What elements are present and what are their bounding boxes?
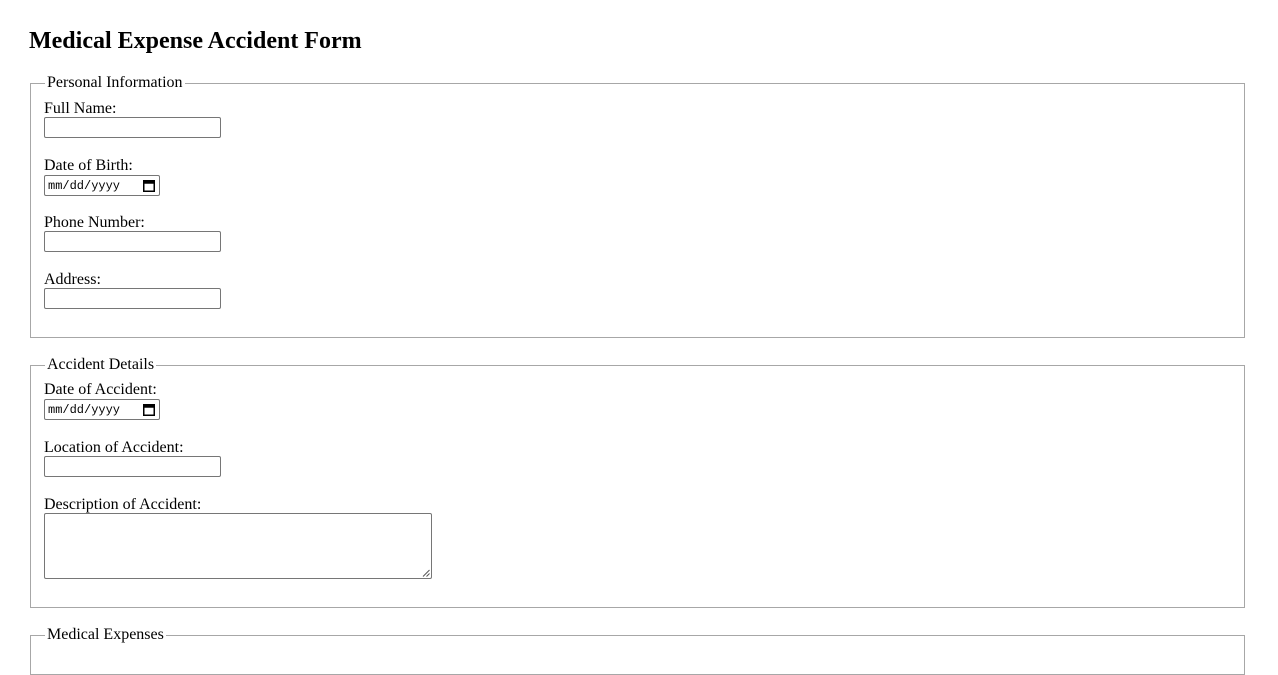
calendar-icon[interactable] <box>143 179 155 192</box>
description-of-accident-label: Description of Accident: <box>44 496 202 513</box>
date-of-birth-input[interactable]: mm/dd/yyyy <box>44 175 160 196</box>
medical-expenses-fieldset: Medical Expenses <box>30 626 1245 675</box>
accident-details-legend: Accident Details <box>45 356 157 374</box>
location-of-accident-input[interactable] <box>44 456 221 477</box>
full-name-input[interactable] <box>44 117 221 138</box>
resize-grip-icon[interactable] <box>422 569 430 577</box>
date-of-accident-label: Date of Accident: <box>44 381 157 398</box>
calendar-icon[interactable] <box>143 403 155 416</box>
date-of-accident-input[interactable]: mm/dd/yyyy <box>44 399 160 420</box>
location-of-accident-label: Location of Accident: <box>44 439 184 456</box>
medical-expenses-legend: Medical Expenses <box>45 626 166 644</box>
date-of-accident-placeholder: mm/dd/yyyy <box>48 402 121 417</box>
description-of-accident-textarea[interactable] <box>44 513 432 579</box>
address-label: Address: <box>44 271 101 288</box>
date-of-birth-label: Date of Birth: <box>44 157 133 174</box>
phone-number-label: Phone Number: <box>44 214 145 231</box>
full-name-label: Full Name: <box>44 100 117 117</box>
date-of-birth-placeholder: mm/dd/yyyy <box>48 178 121 193</box>
personal-information-fieldset: Personal Information Full Name: Date of … <box>30 74 1245 338</box>
personal-information-legend: Personal Information <box>45 74 185 92</box>
address-input[interactable] <box>44 288 221 309</box>
phone-number-input[interactable] <box>44 231 221 252</box>
accident-details-fieldset: Accident Details Date of Accident: mm/dd… <box>30 356 1245 608</box>
page-title: Medical Expense Accident Form <box>29 28 362 54</box>
